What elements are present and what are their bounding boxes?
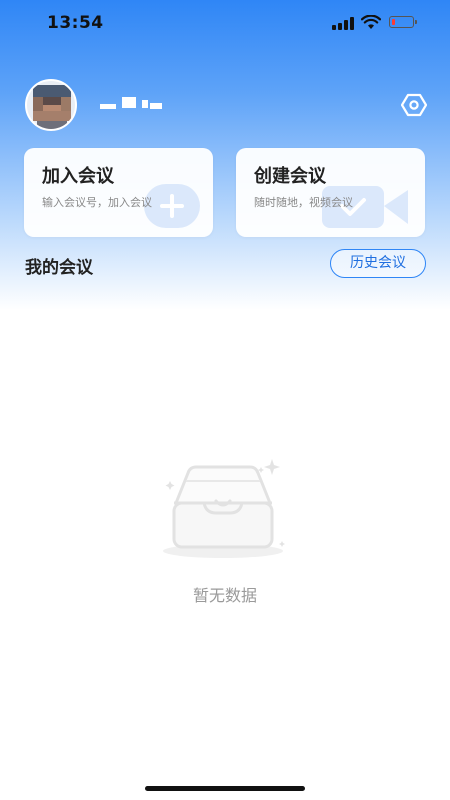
wifi-icon xyxy=(361,15,381,29)
home-indicator[interactable] xyxy=(145,786,305,791)
join-meeting-subtitle: 输入会议号，加入会议 xyxy=(42,196,152,209)
empty-state-text: 暂无数据 xyxy=(192,586,257,605)
my-meetings-title: 我的会议 xyxy=(25,258,93,278)
cellular-signal-icon xyxy=(332,17,354,30)
avatar[interactable] xyxy=(25,79,77,131)
history-meetings-button[interactable]: 历史会议 xyxy=(330,249,426,278)
create-meeting-card[interactable]: 创建会议 随时随地，视频会议 xyxy=(236,148,425,237)
settings-hexagon-icon[interactable] xyxy=(401,92,427,118)
battery-low-icon xyxy=(389,16,417,28)
join-meeting-card[interactable]: 加入会议 输入会议号，加入会议 xyxy=(24,148,213,237)
avatar-pixelated-image xyxy=(33,85,71,129)
create-meeting-subtitle: 随时随地，视频会议 xyxy=(254,196,353,209)
create-meeting-title: 创建会议 xyxy=(254,166,326,187)
status-time: 13:54 xyxy=(47,13,104,33)
empty-inbox-icon xyxy=(163,459,285,558)
join-meeting-title: 加入会议 xyxy=(42,166,114,187)
plus-icon xyxy=(144,184,200,228)
battery-level-fill xyxy=(391,18,395,25)
status-bar: 13:54 xyxy=(0,0,450,48)
